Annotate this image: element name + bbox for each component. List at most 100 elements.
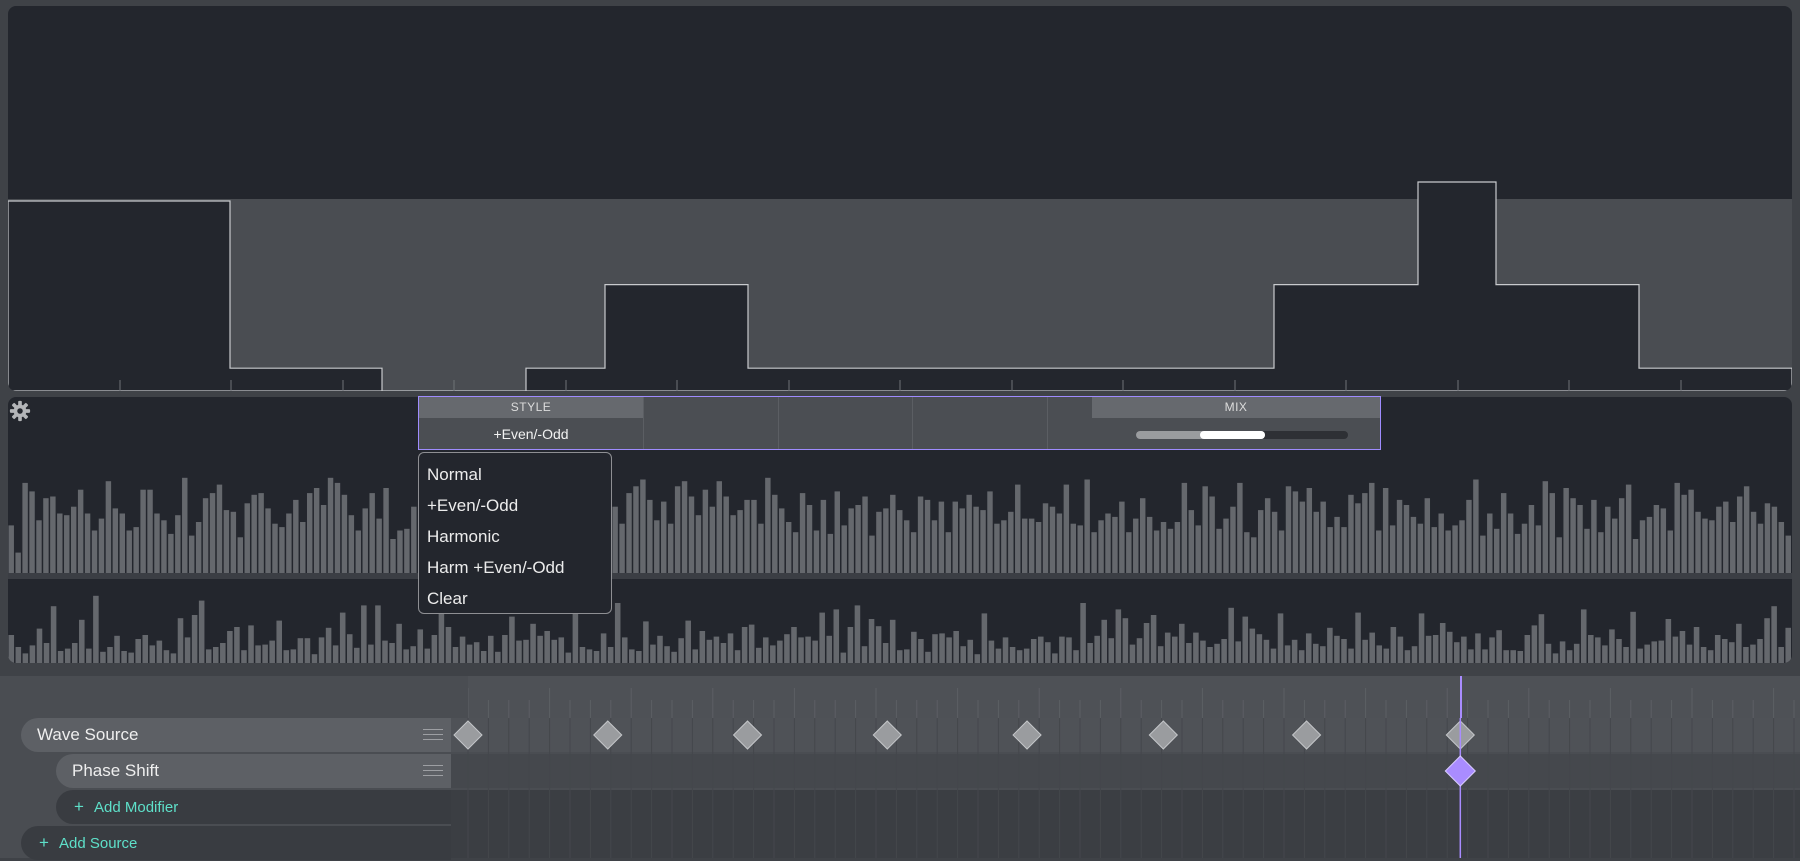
spectrum-bar (279, 527, 285, 573)
spectrum-bar (195, 522, 202, 573)
phase-bar (1143, 623, 1150, 663)
source-keyframe[interactable] (1012, 720, 1042, 750)
phase-bar (262, 644, 268, 663)
source-row[interactable]: Wave Source (21, 718, 451, 752)
phase-bar (727, 633, 734, 663)
source-keyframe[interactable] (732, 720, 763, 750)
phase-bar (1179, 623, 1185, 663)
menu-item-normal[interactable]: Normal (419, 459, 611, 490)
add-source-button[interactable]: + Add Source (21, 826, 451, 860)
phase-bar (1052, 653, 1058, 663)
phase-bar (854, 605, 861, 663)
style-dropdown-menu: Normal +Even/-Odd Harmonic Harm +Even/-O… (418, 452, 612, 614)
menu-item-harmonic[interactable]: Harmonic (419, 521, 611, 552)
phase-bar (205, 649, 212, 663)
spectrum-bar (1417, 523, 1424, 573)
phase-bar (241, 650, 247, 663)
phase-bar (1616, 639, 1622, 663)
spectrum-bar (1521, 523, 1528, 573)
spectrum-bar (792, 532, 799, 573)
phase-bar (1059, 636, 1065, 663)
phase-bar (932, 634, 938, 663)
phase-bar (953, 631, 959, 663)
spectrum-bar (397, 530, 403, 573)
phase-bar (445, 627, 452, 663)
phase-bar (1510, 650, 1516, 663)
phase-bar (1397, 636, 1404, 663)
phase-bar (452, 647, 459, 663)
phase-bar (71, 643, 78, 663)
spectrum-bar (869, 535, 875, 573)
phase-bar (29, 645, 36, 663)
phase-bar (1764, 618, 1770, 663)
spectrum-bar (327, 477, 334, 573)
spectrum-bar (1716, 506, 1722, 573)
phase-bar (227, 631, 233, 663)
source-keyframe[interactable] (1148, 720, 1179, 750)
timeline-ruler[interactable] (468, 676, 1800, 718)
phase-bar (1193, 632, 1199, 663)
phase-bar (763, 637, 769, 663)
phase-bar (1686, 644, 1693, 663)
modifier-keyframe[interactable] (1444, 755, 1477, 787)
add-modifier-button[interactable]: + Add Modifier (56, 790, 451, 824)
phase-bar (424, 648, 431, 663)
spectrum-bar (154, 513, 160, 573)
source-keyframe[interactable] (872, 720, 902, 750)
phase-bar (1630, 611, 1636, 663)
spectrum-bar (779, 508, 785, 573)
source-keyframe[interactable] (593, 720, 623, 750)
phase-bar (1552, 653, 1559, 663)
drag-handle-icon[interactable] (423, 729, 443, 741)
phase-bar (1588, 635, 1594, 663)
style-selector[interactable]: +Even/-Odd (419, 419, 643, 449)
drag-handle-icon[interactable] (423, 765, 443, 777)
spectrum-bar (320, 505, 327, 573)
phase-bar (805, 636, 811, 663)
spectrum-divider (8, 573, 1792, 579)
spectrum-bar (945, 532, 952, 573)
spectrum-bar (77, 489, 84, 573)
phase-bar (833, 609, 840, 663)
phase-bar (988, 640, 995, 663)
source-keyframe[interactable] (1291, 720, 1322, 750)
spectrum-bar (883, 508, 889, 573)
keyframe-track-area[interactable] (451, 718, 1800, 858)
phase-bar (1595, 637, 1601, 663)
bar-divider (1047, 397, 1048, 449)
menu-item-clear[interactable]: Clear (419, 583, 611, 614)
phase-bar (706, 639, 713, 663)
modifier-row[interactable]: Phase Shift (56, 754, 451, 788)
spectrum-bar (1750, 511, 1757, 573)
phase-bar (1115, 609, 1122, 663)
mix-slider-handle[interactable] (1199, 431, 1266, 439)
gear-icon[interactable] (9, 400, 31, 422)
spectrum-bar (716, 481, 722, 573)
phase-bar (1503, 650, 1509, 663)
phase-bar (375, 605, 381, 663)
menu-item-harm-even-odd[interactable]: Harm +Even/-Odd (419, 552, 611, 583)
phase-bar (64, 648, 71, 663)
source-keyframe[interactable] (453, 720, 483, 750)
spectrum-bar (1008, 511, 1014, 573)
waveform-display[interactable] (8, 6, 1792, 391)
spectrum-bar (22, 482, 28, 573)
menu-item-even-odd[interactable]: +Even/-Odd (419, 490, 611, 521)
phase-bar (354, 647, 360, 663)
phase-bar (1693, 627, 1700, 663)
phase-bar (1623, 647, 1629, 663)
mix-slider[interactable] (1136, 431, 1348, 439)
waveform-panel[interactable] (8, 6, 1792, 391)
spectrum-bar (244, 503, 250, 573)
spectrum-bar (300, 522, 306, 573)
spectrum-bar (1410, 516, 1417, 573)
phase-bar (480, 651, 487, 663)
keyframe-layer[interactable] (451, 718, 1800, 858)
phase-bar (1073, 650, 1079, 663)
phase-bar (868, 619, 875, 663)
spectrum-bar (91, 530, 98, 573)
phase-bar (1009, 647, 1016, 663)
spectrum-bar (1591, 499, 1597, 573)
phase-bar (114, 635, 120, 663)
spectrum-bar (1563, 488, 1569, 573)
